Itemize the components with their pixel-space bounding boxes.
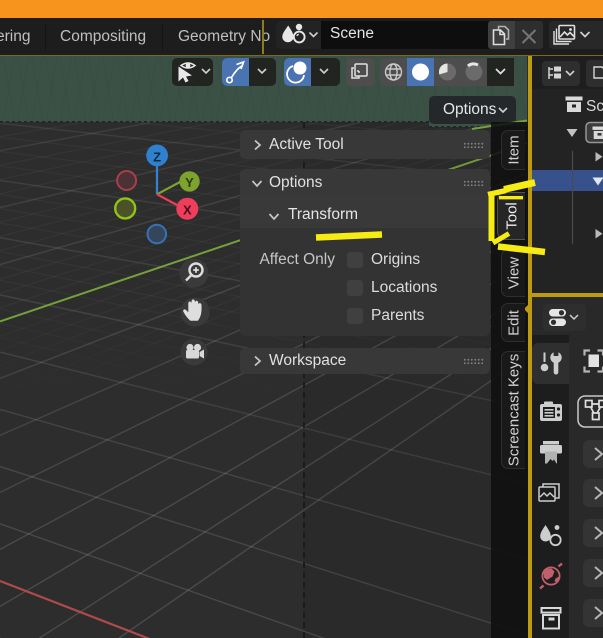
- svg-text:Y: Y: [185, 175, 194, 190]
- svg-text:Sc: Sc: [586, 98, 603, 115]
- svg-text:Z: Z: [153, 149, 161, 164]
- svg-text:X: X: [183, 203, 192, 218]
